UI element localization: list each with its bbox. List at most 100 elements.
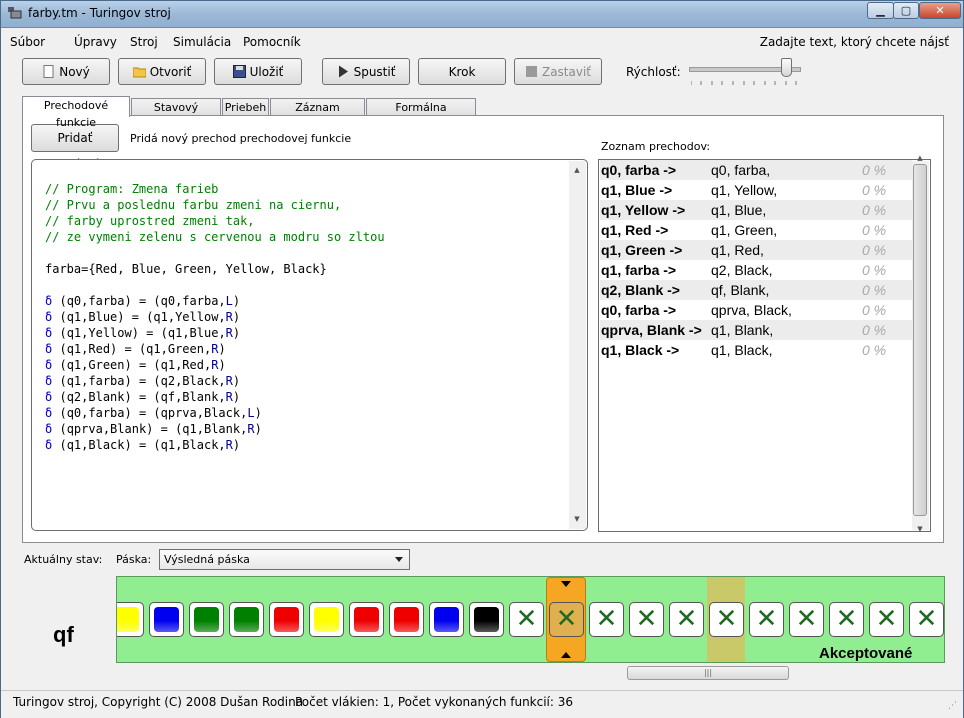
tape-cell[interactable]: ✕: [549, 602, 584, 637]
transition-to: qf, Blank,: [711, 282, 770, 298]
save-button-label: Uložiť: [249, 64, 284, 79]
list-item[interactable]: q1, Black -> q1, Black, 0 %: [600, 340, 912, 360]
transition-from: q0, farba ->: [601, 162, 677, 178]
code-token: (q1,farba): [59, 374, 132, 388]
tape-cell[interactable]: [309, 602, 344, 637]
menu-simulation[interactable]: Simulácia: [173, 35, 231, 49]
menu-edit[interactable]: Úpravy: [74, 35, 117, 49]
code-token: ): [254, 406, 262, 420]
code-token: ): [218, 358, 226, 372]
app-window: farby.tm - Turingov stroj ▁ ▢ ✕ Súbor Úp…: [0, 0, 964, 718]
tab-state-diagram[interactable]: Stavový diagram: [131, 98, 221, 131]
blank-symbol-icon: ✕: [675, 604, 698, 634]
scroll-up-icon[interactable]: ▲: [915, 153, 925, 163]
tape-cell[interactable]: [469, 602, 504, 637]
find-input[interactable]: Zadajte text, ktorý chcete nájsť: [760, 35, 949, 49]
current-state-value: qf: [53, 622, 74, 647]
tape-cell[interactable]: [429, 602, 464, 637]
code-alphabet: farba={Red, Blue, Green, Yellow, Black}: [45, 262, 327, 276]
resize-grip-icon[interactable]: ⋰: [948, 701, 957, 711]
code-token: L: [247, 406, 255, 420]
code-token: ): [232, 438, 241, 452]
tape-symbol-red: [354, 607, 379, 632]
blank-symbol-icon: ✕: [915, 604, 938, 634]
code-token: (q1,Blue): [59, 310, 125, 324]
tape-cell[interactable]: ✕: [829, 602, 864, 637]
transition-pct: 0 %: [862, 202, 887, 218]
tape-cell[interactable]: ✕: [589, 602, 624, 637]
list-item[interactable]: q0, farba -> q0, farba, 0 %: [600, 160, 912, 180]
menu-file[interactable]: Súbor: [10, 35, 45, 49]
tape-cell[interactable]: [149, 602, 184, 637]
list-item[interactable]: q0, farba -> qprva, Black, 0 %: [600, 300, 912, 320]
code-token: (q1,Red): [59, 342, 118, 356]
transition-to: q2, Black,: [711, 262, 773, 278]
scroll-down-icon[interactable]: ▼: [915, 524, 925, 534]
list-item[interactable]: q2, Blank -> qf, Blank, 0 %: [600, 280, 912, 300]
transition-pct: 0 %: [862, 222, 887, 238]
tape-symbol-green: [194, 607, 219, 632]
tape-cell[interactable]: ✕: [789, 602, 824, 637]
tape-cell[interactable]: [349, 602, 384, 637]
code-comment: // Prvu a poslednu farbu zmeni na ciernu…: [45, 198, 342, 212]
tape-cell[interactable]: ✕: [669, 602, 704, 637]
stop-button[interactable]: Zastaviť: [514, 58, 602, 85]
tape-symbol-blue: [154, 607, 179, 632]
code-token: (q1,Green): [59, 358, 132, 372]
close-icon[interactable]: ✕: [919, 2, 961, 19]
save-button[interactable]: Uložiť: [214, 58, 302, 85]
transition-pct: 0 %: [862, 262, 887, 278]
code-token: (q1,Black,: [153, 438, 226, 452]
tape-symbol-black: [474, 607, 499, 632]
list-item[interactable]: q1, Blue -> q1, Yellow, 0 %: [600, 180, 912, 200]
transition-from: q1, Red ->: [601, 222, 669, 238]
new-button[interactable]: Nový: [22, 58, 110, 85]
list-item[interactable]: q1, farba -> q2, Black, 0 %: [600, 260, 912, 280]
blank-symbol-icon: ✕: [555, 604, 578, 634]
menu-machine[interactable]: Stroj: [130, 35, 158, 49]
tape-cell[interactable]: ✕: [749, 602, 784, 637]
tape-cell[interactable]: [117, 602, 144, 637]
code-rule-line: δ (q1,Green) = (q1,Red,R): [45, 357, 385, 373]
open-button[interactable]: Otvoriť: [118, 58, 206, 85]
list-item[interactable]: qprva, Blank -> q1, Blank, 0 %: [600, 320, 912, 340]
minimize-icon[interactable]: ▁: [867, 2, 894, 19]
editor-scrollbar[interactable]: ▲ ▼: [569, 161, 586, 529]
code-token: ): [232, 294, 241, 308]
list-item[interactable]: q1, Red -> q1, Green, 0 %: [600, 220, 912, 240]
tape-cell[interactable]: ✕: [709, 602, 744, 637]
tape-cell[interactable]: [389, 602, 424, 637]
tape-cell[interactable]: [229, 602, 264, 637]
scroll-up-icon[interactable]: ▲: [572, 165, 582, 175]
transitions-scrollbar[interactable]: ▲ ▼: [912, 154, 929, 533]
tab-formal-spec[interactable]: Formálna špecifikácia: [366, 98, 476, 131]
list-item[interactable]: q1, Yellow -> q1, Blue, 0 %: [600, 200, 912, 220]
tape-cell[interactable]: [269, 602, 304, 637]
run-button[interactable]: Spustiť: [322, 58, 410, 85]
code-editor[interactable]: // Program: Zmena farieb // Prvu a posled…: [31, 159, 588, 531]
tab-transition-functions[interactable]: Prechodové funkcie: [22, 96, 130, 129]
code-token: ): [232, 374, 241, 388]
tape-cell[interactable]: [189, 602, 224, 637]
tape-cell[interactable]: ✕: [869, 602, 904, 637]
transition-from: q2, Blank ->: [601, 282, 680, 298]
stop-icon: [525, 66, 537, 77]
transitions-list[interactable]: q0, farba -> q0, farba, 0 % q1, Blue -> q1, …: [598, 154, 931, 533]
tape-cell[interactable]: ✕: [629, 602, 664, 637]
scrollbar-thumb[interactable]: [913, 164, 927, 516]
code-rule-line: δ (q1,Black) = (q1,Black,R): [45, 437, 385, 453]
maximize-icon[interactable]: ▢: [893, 2, 919, 19]
speed-slider-thumb[interactable]: [780, 58, 792, 77]
tape-select[interactable]: Výsledná páska: [159, 549, 410, 570]
list-item[interactable]: q1, Green -> q1, Red, 0 %: [600, 240, 912, 260]
code-token: R: [225, 310, 233, 324]
step-button[interactable]: Krok: [418, 58, 506, 85]
tape-scrollbar[interactable]: |||: [627, 666, 789, 680]
tab-run[interactable]: Priebeh: [222, 98, 269, 116]
tape-cell[interactable]: ✕: [909, 602, 944, 637]
tab-run-log[interactable]: Záznam priebehu: [270, 98, 365, 131]
tape-cell[interactable]: ✕: [509, 602, 544, 637]
menu-help[interactable]: Pomocník: [243, 35, 301, 49]
transition-from: qprva, Blank ->: [601, 322, 702, 338]
scroll-down-icon[interactable]: ▼: [572, 514, 582, 524]
